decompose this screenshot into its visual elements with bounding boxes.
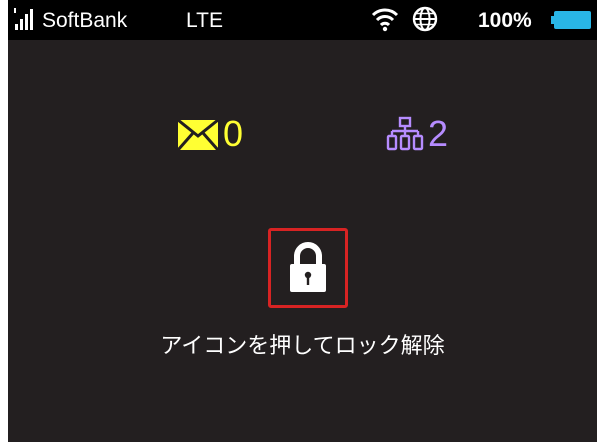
connected-devices-icon bbox=[386, 116, 424, 151]
carrier-name: SoftBank bbox=[42, 9, 128, 32]
mail-count: 0 bbox=[223, 113, 244, 154]
battery-percent: 100% bbox=[478, 9, 532, 32]
network-type: LTE bbox=[186, 9, 223, 32]
padlock-icon bbox=[290, 242, 326, 292]
device-screen: SoftBank LTE 100% 0 2 アイコンを押してロック解除 bbox=[8, 0, 597, 442]
unlock-button[interactable] bbox=[268, 228, 348, 308]
unlock-instruction: アイコンを押してロック解除 bbox=[160, 334, 445, 359]
wifi-icon bbox=[371, 8, 399, 32]
battery-icon bbox=[551, 11, 591, 29]
status-bar: SoftBank LTE 100% bbox=[8, 0, 597, 40]
signal-strength-icon bbox=[14, 8, 33, 30]
globe-icon bbox=[412, 6, 438, 32]
connected-devices-count: 2 bbox=[428, 113, 449, 154]
mail-icon bbox=[178, 120, 218, 150]
